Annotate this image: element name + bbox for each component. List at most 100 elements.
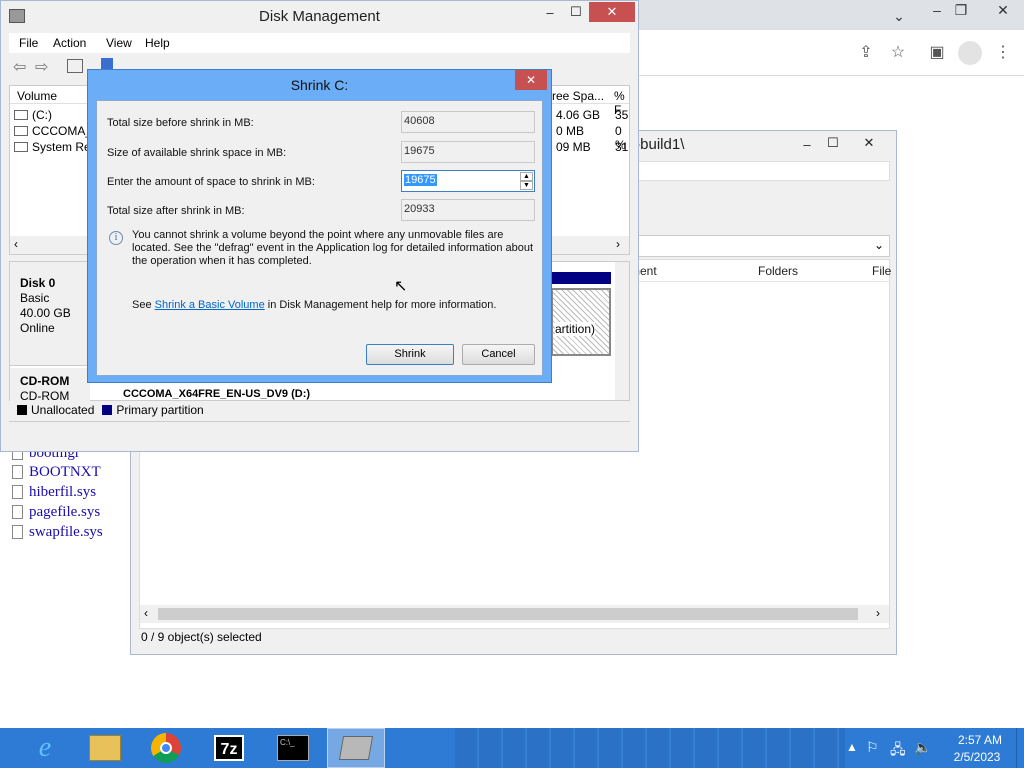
ie-icon[interactable]: e — [16, 728, 74, 768]
partition-label: artition) — [555, 322, 596, 336]
list-item[interactable]: hiberfil.sys — [12, 482, 96, 502]
legend: Unallocated Primary partition — [9, 402, 630, 418]
file-explorer-icon[interactable] — [76, 728, 134, 768]
spin-down-icon[interactable]: ▼ — [520, 181, 533, 190]
show-hidden-icons-icon[interactable]: ▲ — [846, 740, 858, 754]
scroll-right-icon[interactable]: › — [876, 606, 880, 620]
available-space-field: 19675 — [401, 141, 535, 163]
mouse-cursor-icon: ↖ — [394, 278, 408, 295]
menu-bar: File Action View Help — [9, 33, 630, 53]
network-icon[interactable]: 🖧 — [890, 739, 906, 763]
profile-avatar-icon[interactable] — [958, 41, 982, 65]
spin-up-icon[interactable]: ▲ — [520, 172, 533, 181]
chevron-down-icon[interactable]: ⌄ — [874, 238, 884, 252]
volume-icon — [14, 126, 28, 136]
help-text: See Shrink a Basic Volume in Disk Manage… — [132, 299, 496, 311]
table-row[interactable]: (C:) — [14, 108, 52, 122]
chrome-tab-search-icon[interactable]: ⌄ — [884, 4, 914, 28]
dm-minimize-button[interactable]: – — [537, 3, 563, 23]
info-text: You cannot shrink a volume beyond the po… — [132, 229, 534, 267]
shrink-button[interactable]: Shrink — [366, 344, 454, 365]
scroll-left-icon[interactable]: ‹ — [144, 606, 148, 620]
cdrom-name: CD-ROM — [20, 374, 70, 388]
dm-close-button[interactable]: ✕ — [589, 2, 635, 22]
column-header-free[interactable]: ree Spa... — [552, 89, 604, 103]
disk0-name: Disk 0 — [20, 276, 56, 290]
scroll-right-icon[interactable]: › — [616, 237, 620, 251]
explorer-title: t-build1\ — [631, 136, 685, 153]
cancel-button[interactable]: Cancel — [462, 344, 535, 365]
show-pane-icon[interactable] — [67, 59, 83, 73]
explorer-maximize-button[interactable]: ☐ — [820, 133, 846, 153]
menu-action[interactable]: Action — [53, 33, 86, 53]
scroll-thumb[interactable] — [158, 608, 858, 620]
pct-free-cell: 35 — [615, 108, 629, 122]
unallocated-swatch — [17, 405, 27, 415]
action-center-flag-icon[interactable]: ⚐ — [866, 739, 879, 756]
share-icon[interactable]: ⇪ — [853, 40, 879, 66]
table-row[interactable]: CCCOMA_ — [14, 124, 92, 138]
disk0-size: 40.00 GB — [20, 306, 71, 320]
file-icon — [12, 485, 23, 499]
menu-view[interactable]: View — [106, 33, 132, 53]
vertical-scrollbar[interactable] — [615, 262, 629, 400]
7zip-icon[interactable]: 7z — [200, 728, 258, 768]
scroll-left-icon[interactable]: ‹ — [14, 237, 18, 251]
menu-file[interactable]: File — [19, 33, 38, 53]
dialog-body: Total size before shrink in MB: 40608 Si… — [96, 100, 543, 376]
shrink-amount-value: 19675 — [404, 174, 437, 186]
dm-maximize-button[interactable]: ☐ — [563, 2, 589, 22]
table-row[interactable]: System Res — [14, 140, 97, 154]
dm-titlebar[interactable]: Disk Management – ☐ ✕ — [1, 1, 638, 31]
shrink-dialog: Shrink C: ✕ Total size before shrink in … — [87, 69, 552, 383]
list-item[interactable]: pagefile.sys — [12, 502, 100, 522]
primary-partition-bar — [551, 272, 611, 284]
disk0-header[interactable]: Disk 0 Basic 40.00 GB Online — [10, 262, 90, 366]
cmd-icon[interactable]: C:\_ — [264, 728, 322, 768]
total-after-field: 20933 — [401, 199, 535, 221]
see-prefix: See — [132, 299, 155, 311]
column-header[interactable]: Folders — [758, 264, 798, 278]
status-bar-text: 0 / 9 object(s) selected — [141, 630, 262, 644]
dialog-title: Shrink C: — [290, 77, 349, 93]
horizontal-scrollbar[interactable]: ‹ › — [140, 605, 889, 623]
free-space-cell: 09 MB — [556, 140, 591, 154]
shrink-amount-input[interactable]: 19675 ▲ ▼ — [401, 170, 535, 192]
primary-swatch — [102, 405, 113, 415]
column-header-volume[interactable]: Volume — [17, 89, 57, 103]
disk-mgmt-taskbar-icon[interactable] — [327, 728, 385, 768]
disk0-type: Basic — [20, 291, 50, 305]
file-icon — [12, 505, 23, 519]
volume-muted-icon[interactable]: 🔈 — [914, 739, 931, 756]
list-item[interactable]: BOOTNXT — [12, 462, 101, 482]
clock-time[interactable]: 2:57 AM — [950, 733, 1010, 747]
7zip-label: 7z — [214, 735, 244, 761]
free-space-cell: 4.06 GB — [556, 108, 601, 122]
menu-help[interactable]: Help — [145, 33, 170, 53]
cdrom-header[interactable]: CD-ROM CD-ROM — [10, 368, 90, 403]
help-link[interactable]: Shrink a Basic Volume — [155, 299, 265, 311]
taskbar-background-pattern — [455, 728, 845, 768]
explorer-minimize-button[interactable]: – — [794, 135, 820, 155]
chrome-menu-icon[interactable]: ⋮ — [990, 40, 1016, 66]
show-desktop-button[interactable] — [1016, 728, 1024, 768]
legend-unallocated: Unallocated — [31, 403, 95, 417]
volume-icon — [14, 110, 28, 120]
chrome-icon[interactable] — [137, 728, 195, 768]
list-item[interactable]: swapfile.sys — [12, 522, 103, 542]
chrome-close-button[interactable]: ✕ — [988, 0, 1018, 22]
chrome-maximize-button[interactable]: ❐ — [946, 0, 976, 22]
explorer-close-button[interactable]: ✕ — [846, 133, 892, 153]
clock-date[interactable]: 2/5/2023 — [945, 750, 1009, 764]
info-icon: i — [109, 231, 123, 245]
bookmark-star-icon[interactable]: ☆ — [885, 40, 911, 66]
forward-arrow-icon[interactable]: ⇨ — [35, 57, 48, 77]
file-icon — [12, 465, 23, 479]
side-panel-icon[interactable]: ▣ — [924, 40, 950, 66]
cdrom-type: CD-ROM — [20, 389, 70, 403]
dialog-close-button[interactable]: ✕ — [515, 70, 547, 90]
legend-primary: Primary partition — [116, 403, 204, 417]
row-label: Total size before shrink in MB: — [107, 117, 254, 129]
column-header[interactable]: File — [872, 264, 891, 278]
back-arrow-icon[interactable]: ⇦ — [13, 57, 26, 77]
